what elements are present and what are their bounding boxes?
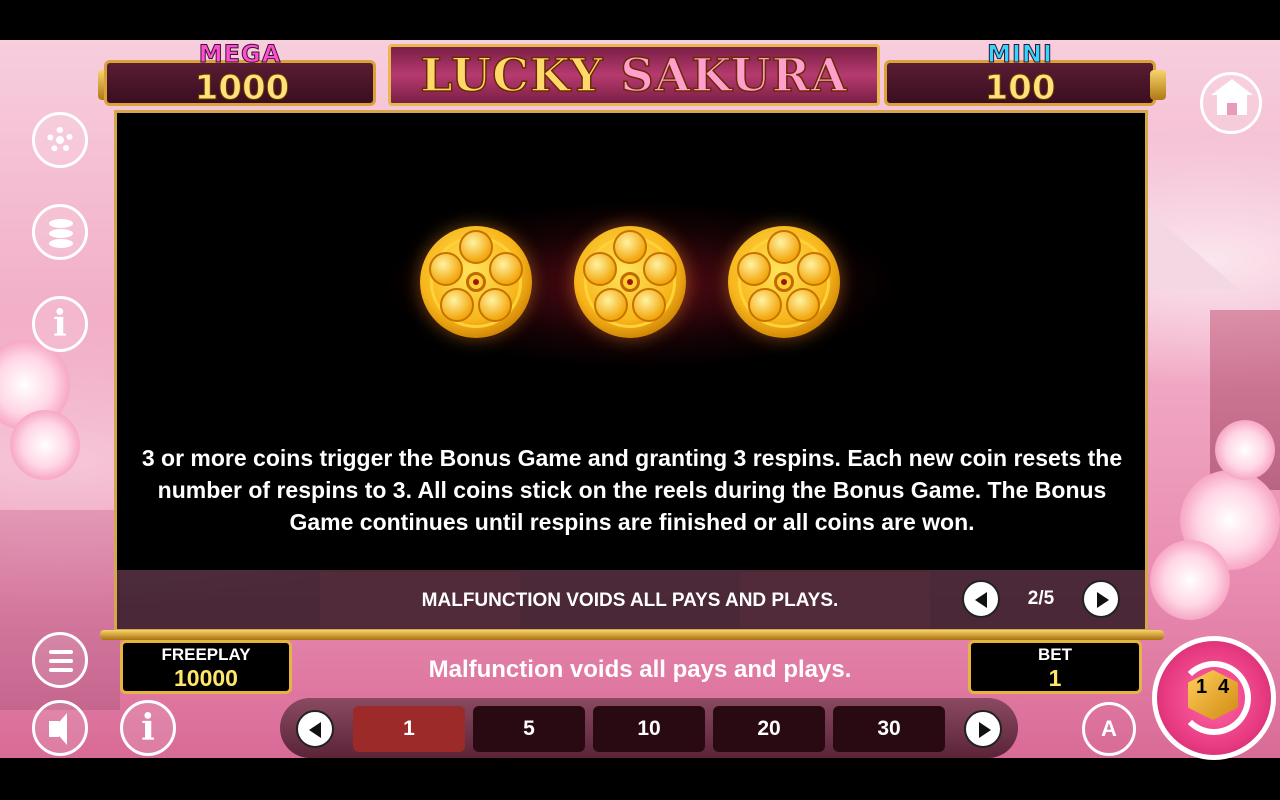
bet-display: BET 1: [968, 640, 1142, 694]
coin-flower-petal: [797, 252, 831, 286]
game-logo: LUCKY SAKURA: [388, 44, 880, 106]
home-icon-door: [1227, 103, 1237, 115]
bet-option-20[interactable]: 20: [713, 706, 825, 752]
bonus-coin: [420, 226, 532, 338]
coin-flower-petal: [643, 252, 677, 286]
prev-page-button[interactable]: [962, 580, 1000, 618]
gear-icon: [47, 127, 73, 153]
home-button[interactable]: [1200, 72, 1262, 134]
coin-flower-petal: [613, 230, 647, 264]
settings-button[interactable]: [32, 112, 88, 168]
spin-digit-left: 1: [1196, 676, 1208, 698]
blossom-decoration: [1215, 420, 1275, 480]
coins-icon-layer: [49, 229, 73, 238]
mini-jackpot-value: 100: [984, 68, 1056, 109]
info-button[interactable]: i: [120, 700, 176, 756]
logo-word-lucky: LUCKY: [420, 47, 604, 103]
coin-flower-petal: [748, 288, 782, 322]
freeplay-value: 10000: [174, 665, 238, 691]
blossom-decoration: [1150, 540, 1230, 620]
coin-flower-petal: [583, 252, 617, 286]
coin-flower-core: [466, 272, 486, 292]
page-indicator: 2/5: [1027, 588, 1055, 609]
bar-cap-right: [1150, 70, 1166, 100]
bonus-coin: [728, 226, 840, 338]
coin-flower-petal: [767, 230, 801, 264]
menu-icon: [49, 650, 73, 654]
menu-icon-line: [49, 659, 73, 663]
sound-button[interactable]: [32, 700, 88, 756]
freeplay-label: FREEPLAY: [161, 645, 251, 664]
mega-jackpot-value: 1000: [194, 68, 290, 109]
autoplay-button[interactable]: A: [1082, 702, 1136, 756]
freeplay-balance: FREEPLAY 10000: [120, 640, 292, 694]
rules-description: 3 or more coins trigger the Bonus Game a…: [141, 445, 1123, 535]
bet-option-5[interactable]: 5: [473, 706, 585, 752]
coin-flower-petal: [459, 230, 493, 264]
coin-flower-petal: [594, 288, 628, 322]
coin-flower-petal: [632, 288, 666, 322]
coins-icon: [49, 219, 73, 228]
bet-value: 1: [1048, 665, 1062, 691]
bet-option-30[interactable]: 30: [833, 706, 945, 752]
gold-divider: [100, 630, 1164, 640]
coin-flower-core: [774, 272, 794, 292]
coin-flower-core: [620, 272, 640, 292]
bonus-coin: [574, 226, 686, 338]
blossom-decoration: [10, 410, 80, 480]
coins-icon-layer: [49, 239, 73, 248]
bet-label: BET: [1038, 645, 1072, 664]
coin-flower-petal: [737, 252, 771, 286]
malfunction-notice: MALFUNCTION VOIDS ALL PAYS AND PLAYS.: [421, 590, 839, 611]
coin-flower-petal: [429, 252, 463, 286]
coin-flower-petal: [478, 288, 512, 322]
menu-icon-line: [49, 668, 73, 672]
info-icon: i: [53, 303, 67, 345]
bet-prev-button[interactable]: [296, 710, 334, 748]
sound-icon: [49, 713, 67, 745]
spin-digit-right: 4: [1218, 676, 1230, 698]
bet-option-1[interactable]: 1: [353, 706, 465, 752]
coin-flower-petal: [786, 288, 820, 322]
next-page-button[interactable]: [1082, 580, 1120, 618]
info-icon: i: [141, 707, 155, 749]
mega-jackpot-label: MEGA: [198, 40, 282, 69]
menu-button[interactable]: [32, 632, 88, 688]
logo-word-sakura: SAKURA: [620, 47, 848, 103]
coin-flower-petal: [489, 252, 523, 286]
bet-next-button[interactable]: [964, 710, 1002, 748]
paytable-info-button[interactable]: i: [32, 296, 88, 352]
bet-option-10[interactable]: 10: [593, 706, 705, 752]
coins-button[interactable]: [32, 204, 88, 260]
coin-flower-petal: [440, 288, 474, 322]
malfunction-footer: Malfunction voids all pays and plays.: [428, 656, 852, 683]
mini-jackpot-label: MINI: [987, 40, 1053, 69]
